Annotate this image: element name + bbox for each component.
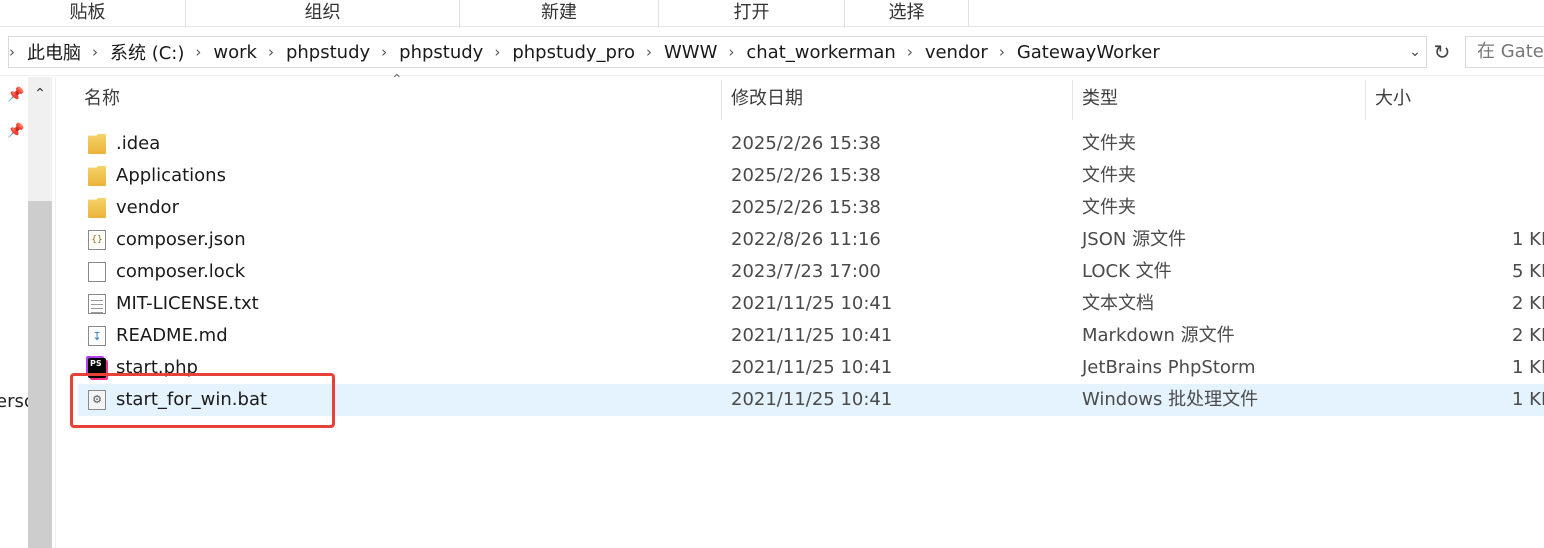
file-row[interactable]: MIT-LICENSE.txt 2021/11/25 10:41 文本文档 2 … [78, 288, 1544, 320]
blank-file-icon [88, 262, 106, 282]
crumb-drive-c[interactable]: 系统 (C:) [110, 39, 184, 65]
chevron-down-icon[interactable]: ⌄ [1404, 37, 1426, 67]
file-date: 2025/2/26 15:38 [731, 197, 881, 218]
file-name: Applications [116, 165, 226, 186]
file-name: start_for_win.bat [116, 389, 268, 410]
chevron-up-icon[interactable]: ⌃ [28, 77, 52, 111]
column-divider[interactable] [1365, 80, 1366, 120]
chevron-right-icon[interactable]: › [907, 43, 913, 61]
file-type: JSON 源文件 [1082, 229, 1187, 250]
file-date: 2025/2/26 15:38 [731, 133, 881, 154]
file-name: MIT-LICENSE.txt [116, 293, 259, 314]
chevron-right-icon[interactable]: › [9, 43, 15, 61]
column-divider[interactable] [1072, 80, 1073, 120]
ribbon-group-open: 打开 [659, 0, 845, 27]
column-divider[interactable] [721, 80, 722, 120]
chevron-right-icon[interactable]: › [381, 43, 387, 61]
file-type: LOCK 文件 [1082, 261, 1172, 282]
chevron-right-icon[interactable]: › [92, 43, 98, 61]
folder-icon [88, 198, 106, 218]
ribbon-group-clipboard: 贴板 [0, 0, 186, 27]
crumb-phpstudy-1[interactable]: phpstudy [286, 42, 370, 63]
navigation-pane: 📌 📌 ersc [0, 77, 34, 548]
file-row[interactable]: {} composer.json 2022/8/26 11:16 JSON 源文… [78, 224, 1544, 256]
chevron-right-icon[interactable]: › [999, 43, 1005, 61]
crumb-www[interactable]: WWW [664, 42, 717, 63]
file-date: 2025/2/26 15:38 [731, 165, 881, 186]
file-type: 文件夹 [1082, 197, 1136, 218]
file-size: 5 KB [1512, 261, 1544, 282]
file-size: 2 KB [1512, 293, 1544, 314]
file-size: 2 KB [1512, 325, 1544, 346]
phpstorm-file-icon: PS [88, 358, 106, 378]
file-name: .idea [116, 133, 161, 154]
batch-file-icon: ⚙ [88, 390, 106, 410]
file-size: 1 KB [1512, 357, 1544, 378]
file-type: 文件夹 [1082, 133, 1136, 154]
breadcrumb: › 此电脑 › 系统 (C:) › work › phpstudy › phps… [9, 37, 1160, 67]
nav-scrollbar[interactable]: ⌃ [28, 77, 52, 548]
address-bar[interactable]: › 此电脑 › 系统 (C:) › work › phpstudy › phps… [8, 36, 1427, 68]
ribbon-group-select: 选择 [845, 0, 969, 27]
file-row[interactable]: .idea 2025/2/26 15:38 文件夹 [78, 128, 1544, 160]
file-date: 2021/11/25 10:41 [731, 389, 893, 410]
ribbon-group-labels: 贴板 组织 新建 打开 选择 [0, 0, 1544, 27]
file-name: start.php [116, 357, 198, 378]
column-header-size[interactable]: 大小 [1375, 80, 1411, 120]
file-type: Markdown 源文件 [1082, 325, 1235, 346]
crumb-work[interactable]: work [213, 42, 257, 63]
refresh-icon[interactable]: ↻ [1429, 36, 1455, 68]
file-row[interactable]: Applications 2025/2/26 15:38 文件夹 [78, 160, 1544, 192]
pane-divider[interactable] [55, 77, 56, 548]
column-header-type[interactable]: 类型 [1082, 80, 1118, 120]
folder-icon [88, 166, 106, 186]
file-type: 文件夹 [1082, 165, 1136, 186]
column-header-name[interactable]: 名称 [84, 80, 120, 120]
chevron-right-icon[interactable]: › [195, 43, 201, 61]
file-date: 2023/7/23 17:00 [731, 261, 881, 282]
markdown-file-icon: ↧ [88, 326, 106, 346]
file-type: Windows 批处理文件 [1082, 389, 1259, 410]
file-name: README.md [116, 325, 228, 346]
crumb-this-pc[interactable]: 此电脑 [27, 39, 81, 65]
crumb-vendor[interactable]: vendor [925, 42, 988, 63]
text-file-icon [88, 294, 106, 314]
file-type: JetBrains PhpStorm [1082, 357, 1256, 378]
file-size: 1 KB [1512, 229, 1544, 250]
crumb-gatewayworker[interactable]: GatewayWorker [1017, 42, 1160, 63]
file-date: 2021/11/25 10:41 [731, 325, 893, 346]
pin-icon[interactable]: 📌 [7, 87, 24, 103]
scrollbar-thumb[interactable] [28, 201, 52, 548]
crumb-chat-workerman[interactable]: chat_workerman [746, 42, 895, 63]
file-row-selected[interactable]: ⚙ start_for_win.bat 2021/11/25 10:41 Win… [78, 384, 1544, 416]
ribbon-group-organize: 组织 [186, 0, 460, 27]
file-name: vendor [116, 197, 179, 218]
file-row[interactable]: composer.lock 2023/7/23 17:00 LOCK 文件 5 … [78, 256, 1544, 288]
file-date: 2022/8/26 11:16 [731, 229, 881, 250]
json-file-icon: {} [88, 230, 106, 250]
ribbon-group-new: 新建 [460, 0, 659, 27]
file-date: 2021/11/25 10:41 [731, 357, 893, 378]
file-name: composer.json [116, 229, 246, 250]
file-date: 2021/11/25 10:41 [731, 293, 893, 314]
crumb-phpstudy-pro[interactable]: phpstudy_pro [512, 42, 635, 63]
file-type: 文本文档 [1082, 293, 1154, 314]
file-row[interactable]: vendor 2025/2/26 15:38 文件夹 [78, 192, 1544, 224]
file-row[interactable]: ↧ README.md 2021/11/25 10:41 Markdown 源文… [78, 320, 1544, 352]
pin-icon[interactable]: 📌 [7, 123, 24, 139]
chevron-right-icon[interactable]: › [728, 43, 734, 61]
chevron-right-icon[interactable]: › [268, 43, 274, 61]
crumb-phpstudy-2[interactable]: phpstudy [399, 42, 483, 63]
file-row[interactable]: PS start.php 2021/11/25 10:41 JetBrains … [78, 352, 1544, 384]
address-bar-row: › 此电脑 › 系统 (C:) › work › phpstudy › phps… [0, 28, 1544, 76]
file-size: 1 KB [1512, 389, 1544, 410]
sort-ascending-icon: ⌃ [391, 72, 403, 88]
folder-icon [88, 134, 106, 154]
chevron-right-icon[interactable]: › [494, 43, 500, 61]
file-name: composer.lock [116, 261, 246, 282]
search-input[interactable]: 在 GatewayWorker 中搜索 [1465, 36, 1544, 68]
column-header-date[interactable]: 修改日期 [731, 80, 803, 120]
chevron-right-icon[interactable]: › [646, 43, 652, 61]
